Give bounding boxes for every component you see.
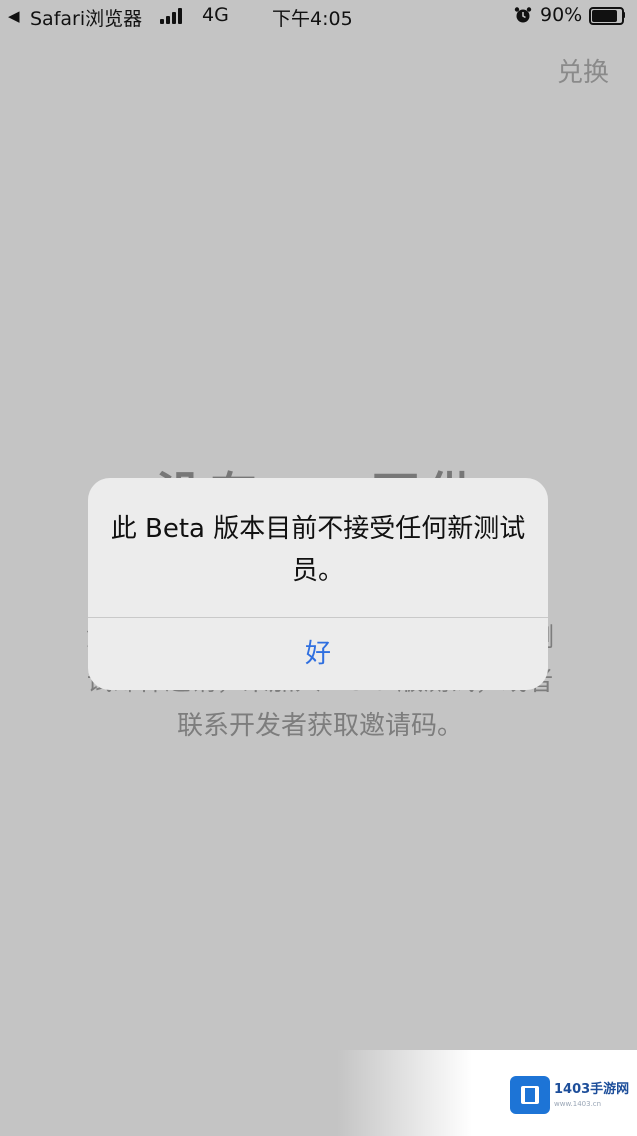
alert-dialog: 此 Beta 版本目前不接受任何新测试员。 好	[88, 478, 548, 690]
back-arrow-icon[interactable]: ◀	[8, 7, 20, 25]
watermark-brand: 1403手游网	[554, 1082, 630, 1097]
alert-message: 此 Beta 版本目前不接受任何新测试员。	[110, 514, 526, 586]
back-to-app-label[interactable]: Safari浏览器	[30, 4, 142, 31]
alarm-icon	[514, 6, 532, 24]
network-type: 4G	[202, 4, 229, 26]
battery-icon	[589, 7, 625, 25]
screen: ◀ Safari浏览器 4G 下午4:05 90% 兑换 没有……可供 您可以在…	[0, 0, 637, 1136]
clock: 下午4:05	[272, 8, 353, 30]
watermark-url: www.1403.cn	[554, 1100, 602, 1108]
battery-percent: 90%	[540, 4, 583, 26]
signal-icon	[160, 8, 186, 24]
watermark-logo-icon	[510, 1076, 550, 1114]
redeem-button[interactable]: 兑换	[557, 52, 609, 89]
watermark: 1403手游网 www.1403.cn	[508, 1076, 632, 1116]
status-bar: ◀ Safari浏览器 4G 下午4:05 90%	[0, 0, 637, 32]
ok-button[interactable]: 好	[88, 618, 548, 690]
